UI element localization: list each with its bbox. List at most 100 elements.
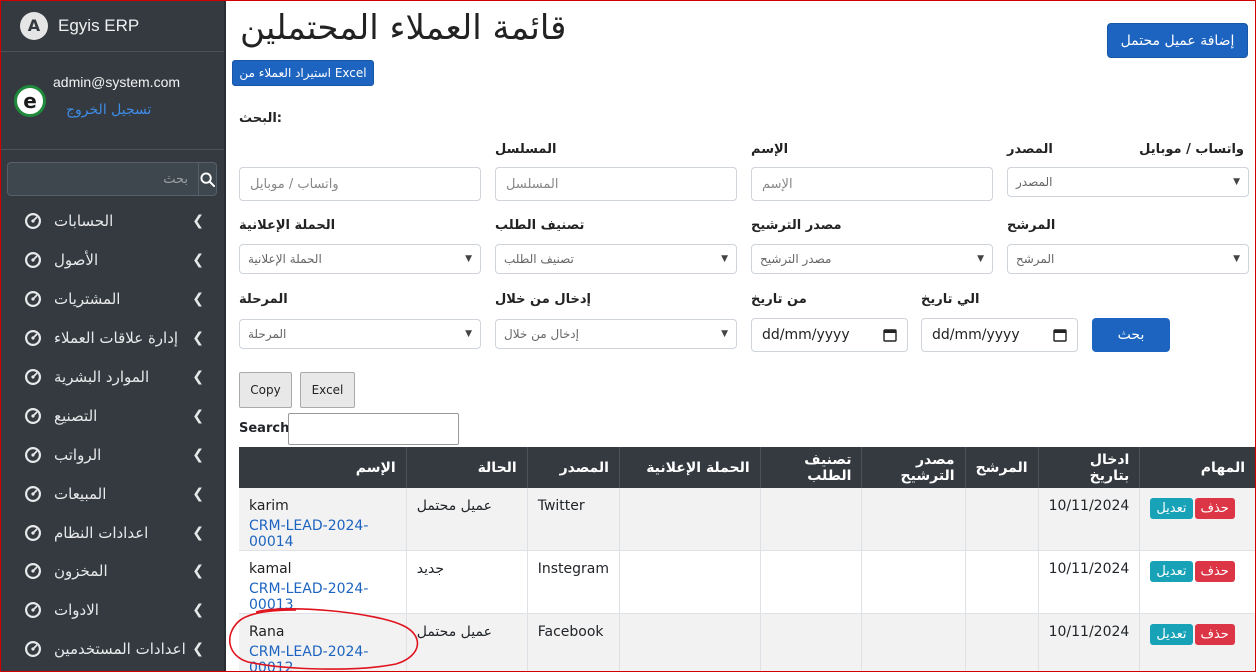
from-date-input[interactable]: dd/mm/yyyy (751, 318, 908, 352)
sidebar-item[interactable]: الموارد البشرية ❮ (0, 358, 224, 397)
column-header[interactable]: مصدر الترشيح (861, 447, 966, 488)
column-header[interactable]: المصدر (527, 447, 620, 488)
sidebar-item[interactable]: المشتريات ❮ (0, 280, 224, 319)
request-type-select-value: تصنيف الطلب (504, 252, 574, 266)
chevron-left-icon: ❮ (192, 407, 204, 424)
sidebar-item[interactable]: اعدادات المستخدمين ❮ (0, 630, 224, 669)
edit-button[interactable]: تعديل (1150, 561, 1193, 582)
chevron-left-icon: ❮ (192, 291, 204, 308)
caret-down-icon: ▼ (465, 329, 472, 339)
delete-button[interactable]: حذف (1194, 498, 1235, 519)
sidebar: A Egyis ERP e admin@system.com تسجيل الخ… (0, 0, 226, 672)
sidebar-item[interactable]: التصنيع ❮ (0, 396, 224, 435)
cell-name: kamal CRM-LEAD-2024-00013 (239, 550, 407, 614)
lead-code-link[interactable]: CRM-LEAD-2024-00013 (249, 581, 396, 613)
nomination-source-select[interactable]: مصدر الترشيح ▼ (751, 244, 993, 274)
sidebar-item[interactable]: الحسابات ❮ (0, 202, 224, 241)
name-input[interactable]: الإسم (751, 167, 993, 201)
nominee-select[interactable]: المرشح ▼ (1007, 244, 1249, 274)
column-header[interactable]: الإسم (239, 447, 407, 488)
chevron-left-icon: ❮ (192, 446, 204, 463)
caret-down-icon: ▼ (1233, 254, 1240, 264)
chevron-left-icon: ❮ (192, 641, 204, 658)
sidebar-item[interactable]: إدارة علاقات العملاء ❮ (0, 319, 224, 358)
sidebar-item[interactable]: الرواتب ❮ (0, 435, 224, 474)
sidebar-search-button[interactable] (198, 162, 217, 196)
sidebar-item[interactable]: المخزون ❮ (0, 552, 224, 591)
import-excel-button[interactable]: استيراد العملاء من Excel (232, 60, 374, 86)
cell-actions: تعديل حذف (1139, 488, 1256, 551)
source-select[interactable]: المصدر ▼ (1007, 167, 1249, 197)
cell-actions: تعديل حذف (1139, 613, 1256, 672)
sidebar-search-input[interactable] (7, 162, 198, 196)
cell-name: karim CRM-LEAD-2024-00014 (239, 488, 407, 551)
caret-down-icon: ▼ (721, 254, 728, 264)
table-row: karim CRM-LEAD-2024-00014 عميل محتمل Twitte… (239, 488, 1256, 551)
to-date-input[interactable]: dd/mm/yyyy (921, 318, 1078, 352)
excel-button[interactable]: Excel (300, 372, 355, 408)
name-label: الإسم (751, 142, 789, 157)
edit-button[interactable]: تعديل (1150, 624, 1193, 645)
sidebar-item[interactable]: الادوات ❮ (0, 591, 224, 630)
add-lead-button[interactable]: إضافة عميل محتمل (1107, 23, 1248, 58)
column-header[interactable]: المهام (1139, 447, 1256, 488)
sidebar-item-label: المبيعات (54, 484, 107, 503)
table-search-input[interactable] (288, 413, 459, 445)
sidebar-item[interactable]: اعدادات النظام ❮ (0, 513, 224, 552)
column-header[interactable]: ادخال بتاريخ (1038, 447, 1141, 488)
cell-actions: تعديل حذف (1139, 550, 1256, 614)
chevron-left-icon: ❮ (192, 563, 204, 580)
entered-by-select-value: إدخال من خلال (504, 327, 579, 341)
serial-label: المسلسل (495, 142, 557, 157)
column-header[interactable]: الحملة الإعلانية (619, 447, 761, 488)
dashboard-gauge-icon (24, 212, 42, 230)
nominee-label: المرشح (1007, 218, 1056, 233)
sidebar-item-label: الموارد البشرية (54, 368, 150, 386)
dashboard-gauge-icon (24, 640, 42, 658)
cell-source: Facebook (527, 613, 620, 672)
sidebar-item[interactable]: الأصول ❮ (0, 241, 224, 280)
brand[interactable]: A Egyis ERP (0, 0, 224, 52)
copy-button[interactable]: Copy (239, 372, 292, 408)
dashboard-gauge-icon (24, 407, 42, 425)
cell-campaign (619, 613, 761, 672)
nomination-source-label: مصدر الترشيح (751, 218, 842, 233)
entered-by-label: إدخال من خلال (495, 292, 591, 307)
delete-button[interactable]: حذف (1194, 624, 1235, 645)
entered-by-select[interactable]: إدخال من خلال ▼ (495, 319, 737, 349)
sidebar-item-label: الادوات (54, 601, 99, 620)
cell-date: 10/11/2024 (1038, 488, 1141, 551)
campaign-select-value: الحملة الإعلانية (248, 252, 322, 266)
column-header[interactable]: المرشح (965, 447, 1039, 488)
delete-button[interactable]: حذف (1194, 561, 1235, 582)
lead-code-link[interactable]: CRM-LEAD-2024-00012 (249, 644, 396, 672)
nomination-source-select-value: مصدر الترشيح (760, 252, 832, 266)
dashboard-gauge-icon (24, 562, 42, 580)
lead-name: Rana (249, 624, 285, 640)
whatsapp-input[interactable]: واتساب / موبايل (239, 167, 481, 201)
sidebar-item[interactable]: المبيعات ❮ (0, 474, 224, 513)
lead-code-link[interactable]: CRM-LEAD-2024-00014 (249, 518, 396, 550)
sidebar-item-label: الأصول (54, 251, 99, 270)
search-icon (200, 171, 215, 187)
sidebar-item-label: المخزون (54, 562, 108, 581)
lead-name: kamal (249, 561, 292, 577)
serial-input[interactable]: المسلسل (495, 167, 737, 201)
stage-select[interactable]: المرحلة ▼ (239, 319, 481, 349)
campaign-label: الحملة الإعلانية (239, 218, 336, 233)
request-type-select[interactable]: تصنيف الطلب ▼ (495, 244, 737, 274)
chevron-left-icon: ❮ (192, 524, 204, 541)
cell-nominee (965, 613, 1039, 672)
column-header[interactable]: تصنيف الطلب (760, 447, 863, 488)
campaign-select[interactable]: الحملة الإعلانية ▼ (239, 244, 481, 274)
logout-link[interactable]: تسجيل الخروج (66, 102, 151, 118)
lead-name: karim (249, 498, 289, 514)
cell-request-type (760, 550, 863, 614)
calendar-icon (1053, 329, 1067, 342)
dashboard-gauge-icon (24, 485, 42, 503)
caret-down-icon: ▼ (1233, 177, 1240, 187)
cell-request-type (760, 613, 863, 672)
search-button[interactable]: بحث (1092, 318, 1170, 352)
column-header[interactable]: الحالة (406, 447, 528, 488)
edit-button[interactable]: تعديل (1150, 498, 1193, 519)
